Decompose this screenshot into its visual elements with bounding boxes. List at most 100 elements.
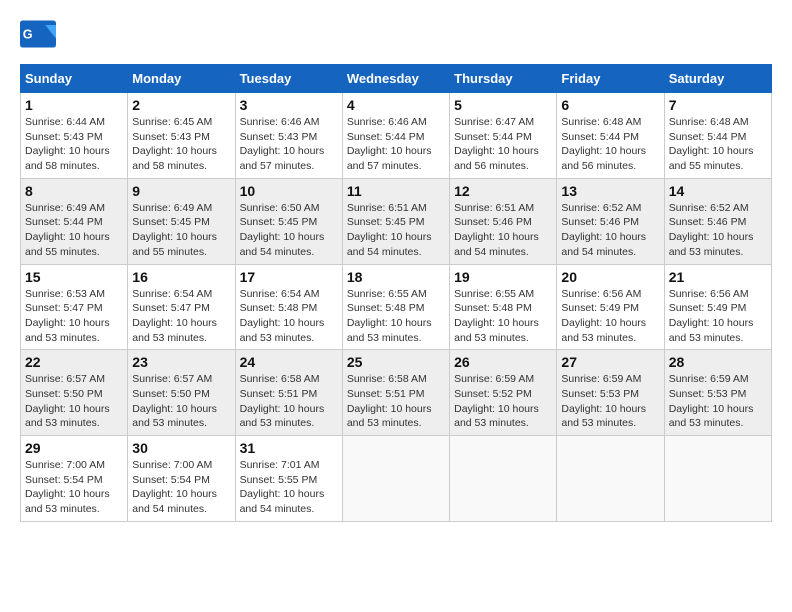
calendar-week-row: 1Sunrise: 6:44 AM Sunset: 5:43 PM Daylig… bbox=[21, 93, 772, 179]
day-info: Sunrise: 6:50 AM Sunset: 5:45 PM Dayligh… bbox=[240, 201, 338, 260]
day-info: Sunrise: 6:56 AM Sunset: 5:49 PM Dayligh… bbox=[561, 287, 659, 346]
calendar-cell: 9Sunrise: 6:49 AM Sunset: 5:45 PM Daylig… bbox=[128, 178, 235, 264]
svg-text:G: G bbox=[23, 28, 33, 42]
day-number: 31 bbox=[240, 440, 338, 456]
day-info: Sunrise: 6:57 AM Sunset: 5:50 PM Dayligh… bbox=[132, 372, 230, 431]
day-info: Sunrise: 6:52 AM Sunset: 5:46 PM Dayligh… bbox=[669, 201, 767, 260]
calendar-cell: 25Sunrise: 6:58 AM Sunset: 5:51 PM Dayli… bbox=[342, 350, 449, 436]
day-info: Sunrise: 6:57 AM Sunset: 5:50 PM Dayligh… bbox=[25, 372, 123, 431]
calendar-cell: 1Sunrise: 6:44 AM Sunset: 5:43 PM Daylig… bbox=[21, 93, 128, 179]
day-info: Sunrise: 6:58 AM Sunset: 5:51 PM Dayligh… bbox=[240, 372, 338, 431]
day-number: 16 bbox=[132, 269, 230, 285]
calendar-cell: 13Sunrise: 6:52 AM Sunset: 5:46 PM Dayli… bbox=[557, 178, 664, 264]
day-number: 28 bbox=[669, 354, 767, 370]
calendar-cell: 17 Sunrise: 6:54 AM Sunset: 5:48 PM Dayli… bbox=[235, 264, 342, 350]
day-info: Sunrise: 6:51 AM Sunset: 5:46 PM Dayligh… bbox=[454, 201, 552, 260]
calendar-cell: 19 Sunrise: 6:55 AM Sunset: 5:48 PM Dayli… bbox=[450, 264, 557, 350]
day-info: Sunrise: 6:49 AM Sunset: 5:45 PM Dayligh… bbox=[132, 201, 230, 260]
day-info: Sunrise: 6:49 AM Sunset: 5:44 PM Dayligh… bbox=[25, 201, 123, 260]
day-number: 6 bbox=[561, 97, 659, 113]
calendar-cell: 12 Sunrise: 6:51 AM Sunset: 5:46 PM Dayli… bbox=[450, 178, 557, 264]
calendar-cell: 11 Sunrise: 6:51 AM Sunset: 5:45 PM Dayli… bbox=[342, 178, 449, 264]
day-header-wednesday: Wednesday bbox=[342, 65, 449, 93]
day-number: 30 bbox=[132, 440, 230, 456]
calendar-cell: 24 Sunrise: 6:58 AM Sunset: 5:51 PM Dayli… bbox=[235, 350, 342, 436]
day-number: 1 bbox=[25, 97, 123, 113]
calendar-week-row: 29 Sunrise: 7:00 AM Sunset: 5:54 PM Dayli… bbox=[21, 436, 772, 522]
day-number: 20 bbox=[561, 269, 659, 285]
calendar-week-row: 15 Sunrise: 6:53 AM Sunset: 5:47 PM Dayli… bbox=[21, 264, 772, 350]
day-header-monday: Monday bbox=[128, 65, 235, 93]
day-info: Sunrise: 6:46 AM Sunset: 5:44 PM Dayligh… bbox=[347, 115, 445, 174]
day-number: 7 bbox=[669, 97, 767, 113]
calendar-cell: 8 Sunrise: 6:49 AM Sunset: 5:44 PM Daylig… bbox=[21, 178, 128, 264]
day-number: 11 bbox=[347, 183, 445, 199]
day-number: 23 bbox=[132, 354, 230, 370]
day-number: 22 bbox=[25, 354, 123, 370]
calendar-cell bbox=[342, 436, 449, 522]
day-number: 14 bbox=[669, 183, 767, 199]
day-info: Sunrise: 6:59 AM Sunset: 5:53 PM Dayligh… bbox=[669, 372, 767, 431]
calendar-cell: 10 Sunrise: 6:50 AM Sunset: 5:45 PM Dayli… bbox=[235, 178, 342, 264]
day-number: 21 bbox=[669, 269, 767, 285]
logo-icon: G bbox=[20, 20, 56, 48]
calendar-cell: 7 Sunrise: 6:48 AM Sunset: 5:44 PM Daylig… bbox=[664, 93, 771, 179]
calendar-cell: 18 Sunrise: 6:55 AM Sunset: 5:48 PM Dayli… bbox=[342, 264, 449, 350]
day-number: 29 bbox=[25, 440, 123, 456]
day-info: Sunrise: 6:55 AM Sunset: 5:48 PM Dayligh… bbox=[454, 287, 552, 346]
day-number: 24 bbox=[240, 354, 338, 370]
day-header-tuesday: Tuesday bbox=[235, 65, 342, 93]
calendar-week-row: 8 Sunrise: 6:49 AM Sunset: 5:44 PM Daylig… bbox=[21, 178, 772, 264]
day-info: Sunrise: 6:45 AM Sunset: 5:43 PM Dayligh… bbox=[132, 115, 230, 174]
calendar-cell: 20 Sunrise: 6:56 AM Sunset: 5:49 PM Dayli… bbox=[557, 264, 664, 350]
day-number: 12 bbox=[454, 183, 552, 199]
day-header-sunday: Sunday bbox=[21, 65, 128, 93]
day-info: Sunrise: 7:00 AM Sunset: 5:54 PM Dayligh… bbox=[25, 458, 123, 517]
day-info: Sunrise: 7:00 AM Sunset: 5:54 PM Dayligh… bbox=[132, 458, 230, 517]
calendar-cell: 16 Sunrise: 6:54 AM Sunset: 5:47 PM Dayli… bbox=[128, 264, 235, 350]
calendar-cell: 21 Sunrise: 6:56 AM Sunset: 5:49 PM Dayli… bbox=[664, 264, 771, 350]
day-number: 5 bbox=[454, 97, 552, 113]
calendar-cell: 15 Sunrise: 6:53 AM Sunset: 5:47 PM Dayli… bbox=[21, 264, 128, 350]
calendar-week-row: 22 Sunrise: 6:57 AM Sunset: 5:50 PM Dayli… bbox=[21, 350, 772, 436]
day-header-saturday: Saturday bbox=[664, 65, 771, 93]
calendar-cell: 14 Sunrise: 6:52 AM Sunset: 5:46 PM Dayli… bbox=[664, 178, 771, 264]
day-info: Sunrise: 6:55 AM Sunset: 5:48 PM Dayligh… bbox=[347, 287, 445, 346]
calendar-cell: 23 Sunrise: 6:57 AM Sunset: 5:50 PM Dayli… bbox=[128, 350, 235, 436]
calendar-cell: 28 Sunrise: 6:59 AM Sunset: 5:53 PM Dayli… bbox=[664, 350, 771, 436]
day-number: 17 bbox=[240, 269, 338, 285]
calendar-cell: 27Sunrise: 6:59 AM Sunset: 5:53 PM Dayli… bbox=[557, 350, 664, 436]
calendar-cell bbox=[450, 436, 557, 522]
day-info: Sunrise: 6:48 AM Sunset: 5:44 PM Dayligh… bbox=[669, 115, 767, 174]
day-info: Sunrise: 6:47 AM Sunset: 5:44 PM Dayligh… bbox=[454, 115, 552, 174]
day-number: 2 bbox=[132, 97, 230, 113]
calendar-cell: 6Sunrise: 6:48 AM Sunset: 5:44 PM Daylig… bbox=[557, 93, 664, 179]
day-info: Sunrise: 6:53 AM Sunset: 5:47 PM Dayligh… bbox=[25, 287, 123, 346]
calendar-cell: 3Sunrise: 6:46 AM Sunset: 5:43 PM Daylig… bbox=[235, 93, 342, 179]
logo: G bbox=[20, 20, 60, 48]
page-header: G bbox=[20, 20, 772, 48]
calendar-cell: 29 Sunrise: 7:00 AM Sunset: 5:54 PM Dayli… bbox=[21, 436, 128, 522]
day-info: Sunrise: 6:51 AM Sunset: 5:45 PM Dayligh… bbox=[347, 201, 445, 260]
calendar-cell bbox=[557, 436, 664, 522]
day-header-thursday: Thursday bbox=[450, 65, 557, 93]
day-number: 8 bbox=[25, 183, 123, 199]
calendar-table: SundayMondayTuesdayWednesdayThursdayFrid… bbox=[20, 64, 772, 522]
day-number: 18 bbox=[347, 269, 445, 285]
day-info: Sunrise: 6:54 AM Sunset: 5:47 PM Dayligh… bbox=[132, 287, 230, 346]
day-number: 19 bbox=[454, 269, 552, 285]
day-info: Sunrise: 6:52 AM Sunset: 5:46 PM Dayligh… bbox=[561, 201, 659, 260]
day-number: 4 bbox=[347, 97, 445, 113]
day-info: Sunrise: 6:59 AM Sunset: 5:52 PM Dayligh… bbox=[454, 372, 552, 431]
calendar-cell: 31Sunrise: 7:01 AM Sunset: 5:55 PM Dayli… bbox=[235, 436, 342, 522]
calendar-cell: 30 Sunrise: 7:00 AM Sunset: 5:54 PM Dayli… bbox=[128, 436, 235, 522]
day-info: Sunrise: 6:56 AM Sunset: 5:49 PM Dayligh… bbox=[669, 287, 767, 346]
day-info: Sunrise: 6:54 AM Sunset: 5:48 PM Dayligh… bbox=[240, 287, 338, 346]
day-number: 10 bbox=[240, 183, 338, 199]
calendar-cell bbox=[664, 436, 771, 522]
day-number: 25 bbox=[347, 354, 445, 370]
calendar-header-row: SundayMondayTuesdayWednesdayThursdayFrid… bbox=[21, 65, 772, 93]
day-number: 15 bbox=[25, 269, 123, 285]
day-info: Sunrise: 6:59 AM Sunset: 5:53 PM Dayligh… bbox=[561, 372, 659, 431]
calendar-cell: 22 Sunrise: 6:57 AM Sunset: 5:50 PM Dayli… bbox=[21, 350, 128, 436]
